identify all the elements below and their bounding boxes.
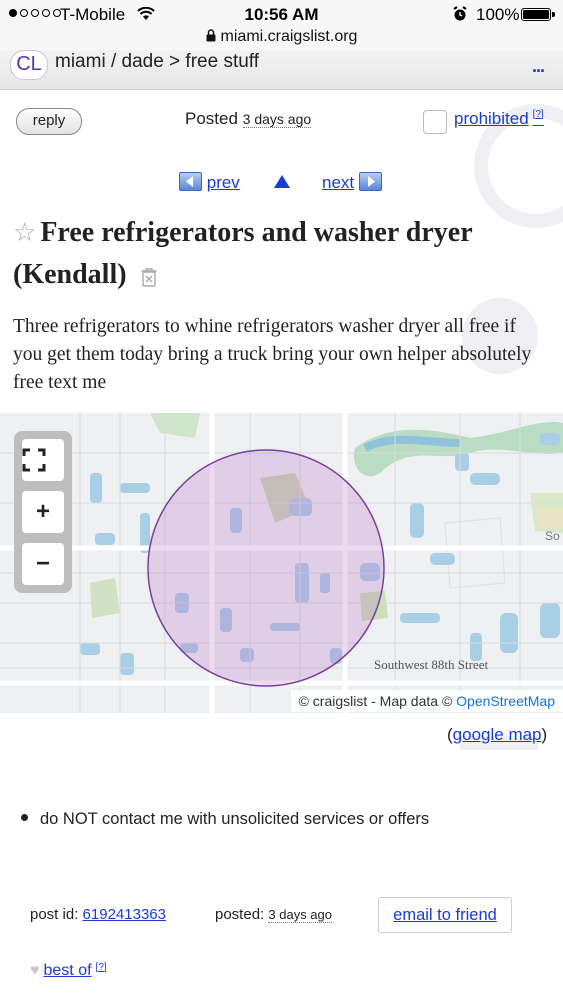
star-icon[interactable]: ☆ [13,218,36,247]
url-text: miami.craigslist.org [220,28,358,45]
zoom-out-button[interactable]: − [22,543,64,585]
street-label: Southwest 88th Street [374,657,489,672]
breadcrumb[interactable]: miami / dade > free stuff [55,51,259,73]
alarm-clock-icon [453,6,467,21]
map-controls: + − [14,431,72,593]
best-of-help-link[interactable]: [?] [96,962,107,973]
posted-ago: 3 days ago [242,111,312,128]
prohibited-label: prohibited [454,109,529,128]
zoom-in-button[interactable]: + [22,491,64,533]
google-map-link[interactable]: (google map) [447,725,547,745]
email-to-friend-button[interactable]: email to friend [378,897,512,933]
posted-footer: posted: 3 days ago [215,906,332,923]
prohibited-help-link[interactable]: [?] [533,109,544,120]
flag-checkbox[interactable] [423,110,447,134]
next-link[interactable]: next [322,172,382,193]
best-of-link[interactable]: ♥ best of [?] [30,962,107,980]
google-close: ) [541,725,548,744]
posted-label: Posted [185,109,238,128]
google-map-label: google map [452,725,542,744]
heart-icon: ♥ [30,962,40,979]
post-id: post id: 6192413363 [30,906,166,923]
post-title: ☆ Free refrigerators and washer dryer (Ke… [13,212,553,296]
posted-footer-label: posted: [215,906,265,923]
fullscreen-icon [22,448,46,472]
post-map[interactable]: + − Southwest 88th Street So © craigslis… [0,413,563,713]
reply-button[interactable]: reply [16,108,82,135]
prohibited-link[interactable]: prohibited [?] [454,109,544,129]
post-location: (Kendall) [13,259,127,290]
battery-icon [521,8,551,21]
post-body: Three refrigerators to whine refrigerato… [13,316,532,393]
post-id-label: post id: [30,906,79,923]
up-arrow-icon[interactable] [274,175,290,188]
post-id-link[interactable]: 6192413363 [83,906,166,923]
left-arrow-icon [179,172,202,191]
post-navigation: prev next [0,172,563,194]
next-label: next [322,173,355,192]
title-text: Free refrigerators and washer dryer [40,217,473,248]
prev-label: prev [206,173,240,192]
attribution-text: © craigslist - Map data © [298,693,453,709]
lock-icon [206,29,216,42]
prev-link[interactable]: prev [179,172,240,193]
fullscreen-button[interactable] [22,439,64,481]
posted-info: Posted 3 days ago [185,109,312,129]
email-to-friend-label: email to friend [393,906,497,924]
map-attribution: © craigslist - Map data © OpenStreetMap [290,690,563,712]
site-header: CL miami / dade > free stuff ... [0,50,563,90]
openstreetmap-link[interactable]: OpenStreetMap [456,693,555,709]
craigslist-logo[interactable]: CL [10,50,48,80]
menu-button[interactable]: ... [532,56,545,77]
posted-footer-ago: 3 days ago [268,907,332,923]
bullet-icon [21,814,28,821]
notice-item: do NOT contact me with unsolicited servi… [21,810,429,829]
notice-text: do NOT contact me with unsolicited servi… [40,810,430,828]
best-of-label: best of [43,962,92,979]
battery-percent: 100% [476,5,520,24]
address-bar[interactable]: miami.craigslist.org [0,28,563,50]
hide-post-icon[interactable] [140,267,158,287]
map-edge-label: So [545,529,560,543]
right-arrow-icon [358,172,382,191]
status-bar: T-Mobile 10:56 AM 100% [0,0,563,28]
